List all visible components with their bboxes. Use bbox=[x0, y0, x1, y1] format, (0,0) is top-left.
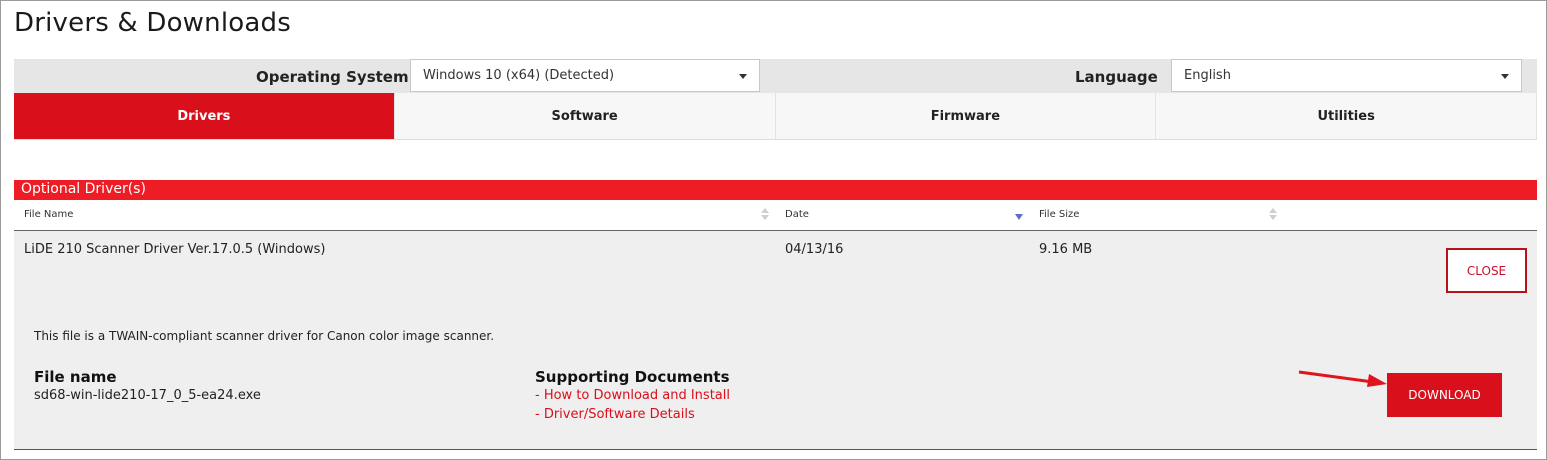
tab-software[interactable]: Software bbox=[394, 93, 776, 139]
language-select-value: English bbox=[1184, 68, 1231, 83]
column-header-file-name[interactable]: File Name bbox=[24, 209, 73, 220]
sort-icon[interactable] bbox=[761, 208, 769, 222]
file-title: LiDE 210 Scanner Driver Ver.17.0.5 (Wind… bbox=[24, 242, 326, 257]
file-name-label: File name bbox=[34, 368, 117, 386]
section-header: Optional Driver(s) bbox=[14, 180, 1537, 200]
column-header-file-size[interactable]: File Size bbox=[1039, 209, 1079, 220]
os-select-value: Windows 10 (x64) (Detected) bbox=[423, 68, 615, 83]
link-how-to-download[interactable]: - How to Download and Install bbox=[535, 388, 730, 403]
tab-drivers[interactable]: Drivers bbox=[14, 93, 395, 139]
file-description: This file is a TWAIN-compliant scanner d… bbox=[34, 329, 495, 343]
chevron-down-icon bbox=[739, 74, 747, 79]
file-name-value: sd68-win-lide210-17_0_5-ea24.exe bbox=[34, 388, 261, 403]
annotation-arrow-icon bbox=[1298, 370, 1387, 387]
column-header-date[interactable]: Date bbox=[785, 209, 809, 220]
chevron-down-icon bbox=[1501, 74, 1509, 79]
sort-icon[interactable] bbox=[1269, 208, 1277, 222]
file-size: 9.16 MB bbox=[1039, 242, 1093, 257]
supporting-documents-label: Supporting Documents bbox=[535, 368, 730, 386]
language-label: Language bbox=[1075, 68, 1158, 86]
table-row-expanded: LiDE 210 Scanner Driver Ver.17.0.5 (Wind… bbox=[14, 231, 1537, 450]
os-select[interactable]: Windows 10 (x64) (Detected) bbox=[410, 59, 760, 92]
download-type-tabs: Drivers Software Firmware Utilities bbox=[14, 93, 1537, 140]
tab-firmware[interactable]: Firmware bbox=[775, 93, 1157, 139]
os-label: Operating System bbox=[256, 68, 409, 86]
table-header: File Name Date File Size bbox=[14, 200, 1537, 231]
sort-descending-icon[interactable] bbox=[1015, 214, 1023, 220]
page-title: Drivers & Downloads bbox=[14, 8, 291, 38]
link-driver-details[interactable]: - Driver/Software Details bbox=[535, 407, 695, 422]
tab-utilities[interactable]: Utilities bbox=[1156, 93, 1537, 139]
language-select[interactable]: English bbox=[1171, 59, 1522, 92]
selector-bar: Operating System Windows 10 (x64) (Detec… bbox=[14, 59, 1537, 93]
file-date: 04/13/16 bbox=[785, 242, 844, 257]
close-button[interactable]: CLOSE bbox=[1446, 248, 1527, 293]
download-button[interactable]: DOWNLOAD bbox=[1387, 373, 1502, 417]
